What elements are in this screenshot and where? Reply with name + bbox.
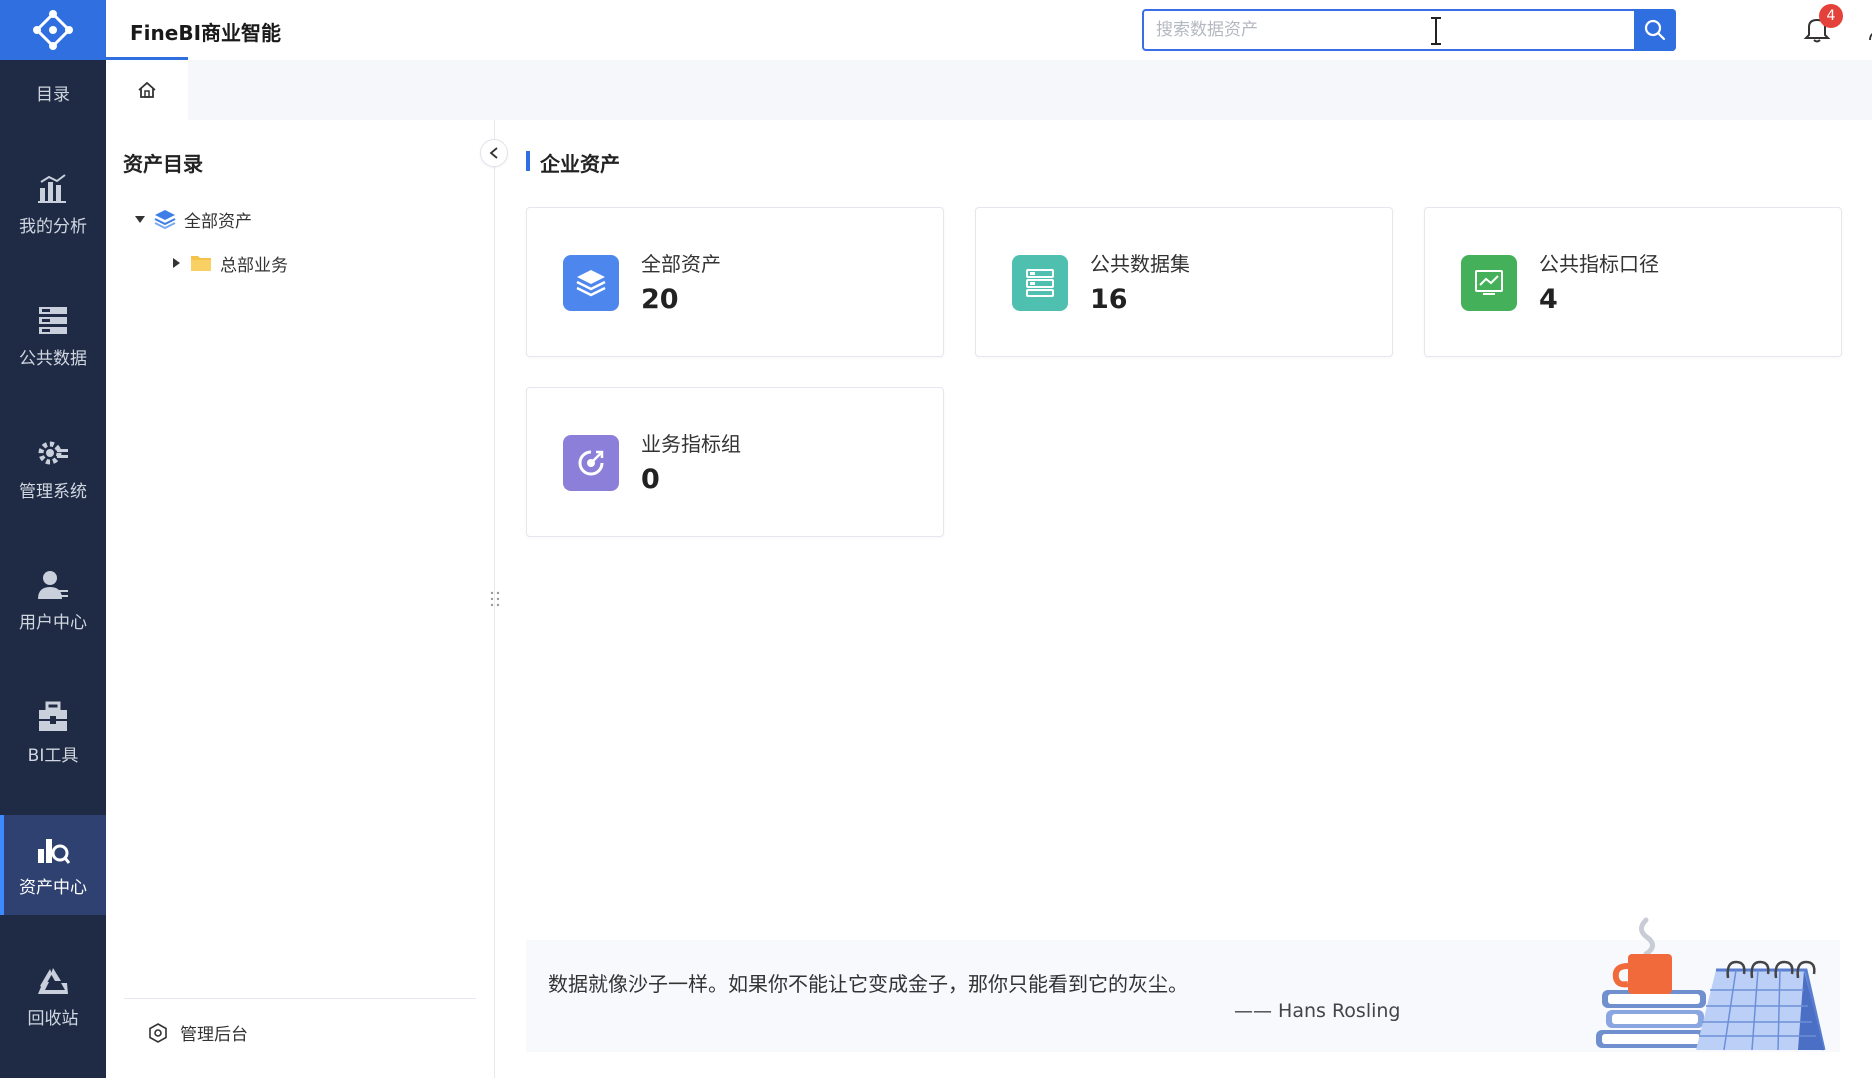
card-value: 0 <box>641 464 660 495</box>
card-label: 业务指标组 <box>641 432 741 456</box>
card-label: 全部资产 <box>641 252 721 276</box>
nav-label: 我的分析 <box>19 216 87 237</box>
admin-console-label: 管理后台 <box>180 1025 248 1045</box>
nav-label: 回收站 <box>27 1008 79 1029</box>
nav-item-my-analysis[interactable]: 我的分析 <box>0 155 106 255</box>
user-icon <box>38 570 68 599</box>
quote-text: 数据就像沙子一样。如果你不能让它变成金子，那你只能看到它的灰尘。 <box>548 972 1188 996</box>
text-cursor-icon <box>1431 17 1441 45</box>
catalog-title: 资产目录 <box>123 152 203 176</box>
toolbox-icon <box>39 701 67 731</box>
nav-label: 目录 <box>36 84 70 105</box>
tree-node-hq-business[interactable]: 总部业务 <box>170 248 288 278</box>
nav-item-public-data[interactable]: 公共数据 <box>0 287 106 387</box>
main-content: 企业资产 全部资产 20 公共数据集 16 公共指标口径 4 业务指标组 0 数… <box>496 120 1872 1078</box>
nav-label: 管理系统 <box>19 481 87 502</box>
app-logo[interactable] <box>0 0 106 60</box>
quote-banner: 数据就像沙子一样。如果你不能让它变成金子，那你只能看到它的灰尘。 —— Hans… <box>526 917 1840 1052</box>
dataset-icon <box>1012 255 1068 311</box>
asset-card-public-datasets[interactable]: 公共数据集 16 <box>975 207 1393 357</box>
tree-node-label: 全部资产 <box>184 211 252 232</box>
asset-card-business-metric-groups[interactable]: 业务指标组 0 <box>526 387 944 537</box>
nav-item-user-center[interactable]: 用户中心 <box>0 551 106 651</box>
card-value: 16 <box>1090 284 1128 315</box>
card-label: 公共指标口径 <box>1539 252 1659 276</box>
section-title: 企业资产 <box>526 148 620 177</box>
books-coffee-calendar-illustration <box>1596 917 1826 1051</box>
asset-card-all-assets[interactable]: 全部资产 20 <box>526 207 944 357</box>
search-box[interactable] <box>1142 9 1676 51</box>
home-icon <box>138 81 156 98</box>
nav-item-recycle-bin[interactable]: 回收站 <box>0 947 106 1047</box>
search-input[interactable] <box>1156 11 1626 49</box>
asset-search-icon <box>38 838 70 864</box>
top-bar: FineBI商业智能 4 1 <box>106 0 1872 60</box>
recycle-icon <box>38 967 68 994</box>
bar-chart-icon <box>38 173 66 203</box>
left-nav: 目录 我的分析 公共数据 管理系统 用户中心 BI工具 资产中心 回收站 <box>0 0 106 1078</box>
metric-chart-icon <box>1461 255 1517 311</box>
app-title[interactable]: FineBI商业智能 <box>130 17 281 46</box>
asset-card-public-metrics[interactable]: 公共指标口径 4 <box>1424 207 1842 357</box>
quote-author: —— Hans Rosling <box>1234 1000 1401 1022</box>
admin-divider <box>124 998 476 999</box>
nav-label: 资产中心 <box>19 877 87 898</box>
user-menu[interactable]: 1 <box>1868 16 1872 44</box>
database-icon <box>39 306 67 334</box>
nav-item-catalog[interactable]: 目录 <box>0 60 106 116</box>
gear-list-icon <box>38 441 68 464</box>
nav-label: 用户中心 <box>19 612 87 633</box>
tab-strip <box>106 60 1872 120</box>
user-avatar-icon <box>1869 33 1872 41</box>
caret-down-icon[interactable] <box>134 213 146 225</box>
tree-node-all-assets[interactable]: 全部资产 <box>134 204 252 234</box>
asset-catalog-panel: 资产目录 全部资产 总部业务 <box>106 120 495 1078</box>
target-icon <box>563 435 619 491</box>
card-value: 4 <box>1539 284 1558 315</box>
nav-item-bi-tools[interactable]: BI工具 <box>0 683 106 783</box>
nav-item-asset-center[interactable]: 资产中心 <box>0 815 106 915</box>
search-button[interactable] <box>1634 9 1676 51</box>
layers-icon <box>154 210 176 229</box>
notification-badge: 4 <box>1819 4 1843 28</box>
search-icon <box>1644 19 1666 41</box>
folder-icon <box>191 256 211 271</box>
caret-right-icon[interactable] <box>170 257 182 269</box>
card-label: 公共数据集 <box>1090 252 1190 276</box>
card-value: 20 <box>641 284 679 315</box>
nav-label: BI工具 <box>27 745 79 766</box>
logo-icon <box>33 10 73 50</box>
admin-console-link[interactable]: 管理后台 <box>148 1020 248 1045</box>
tree-node-label: 总部业务 <box>220 255 288 276</box>
nav-label: 公共数据 <box>19 348 87 369</box>
layers-icon <box>563 255 619 311</box>
tab-home[interactable] <box>106 60 188 120</box>
nav-item-management[interactable]: 管理系统 <box>0 419 106 519</box>
settings-hex-icon <box>149 1022 167 1043</box>
